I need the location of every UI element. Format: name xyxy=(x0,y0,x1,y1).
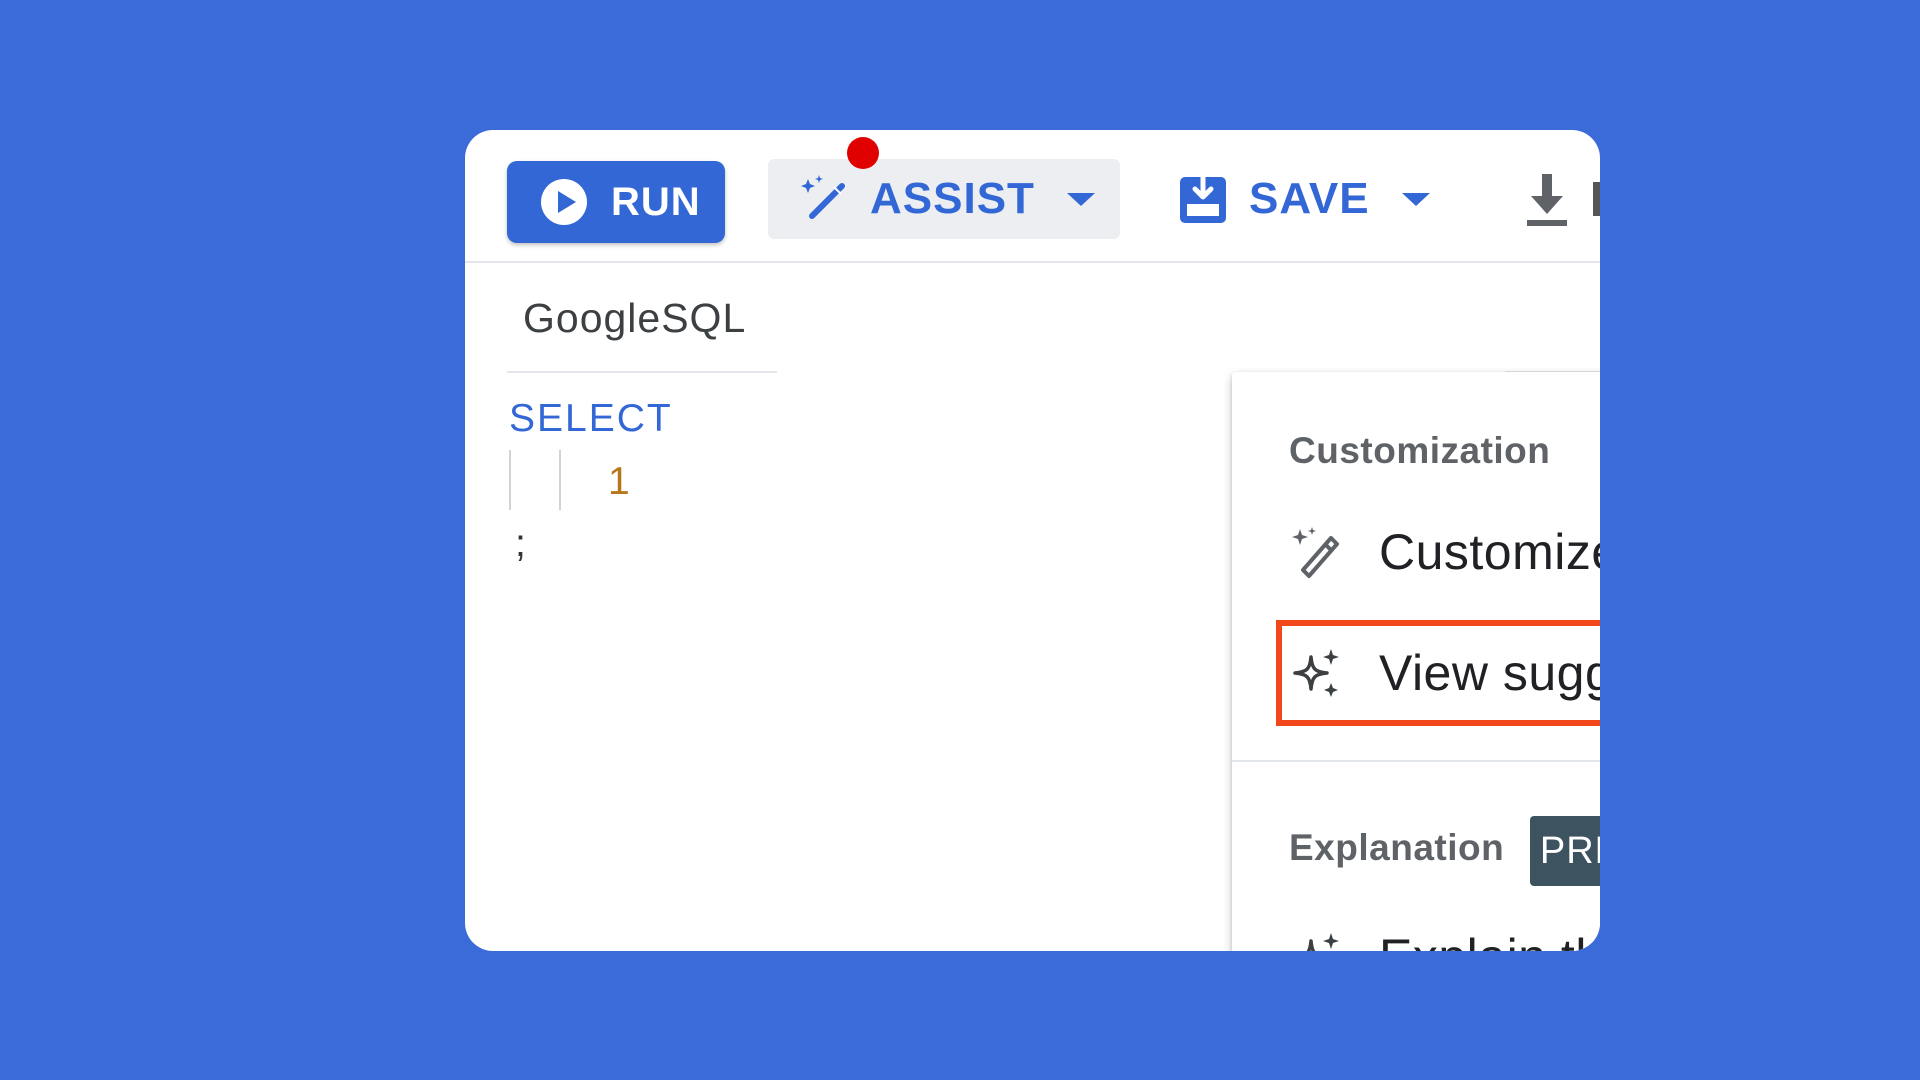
menu-item-label: Customize this translation xyxy=(1379,524,1600,580)
code-keyword[interactable]: SELECT xyxy=(509,397,673,441)
menu-item-label: View suggestions xyxy=(1379,645,1600,701)
chevron-down-icon xyxy=(1401,192,1430,206)
indent-guide xyxy=(509,450,511,510)
query-editor-card: RUN ASSIST SAVE GoogleSQL SELECT 1 ; Cus… xyxy=(465,130,1600,951)
menu-item-view-suggestions[interactable]: View suggestions xyxy=(1289,633,1600,713)
menu-item-explain-translation[interactable]: Explain this translation xyxy=(1289,917,1600,951)
download-icon[interactable] xyxy=(1523,172,1571,228)
run-button-label: RUN xyxy=(611,179,701,224)
notification-dot xyxy=(847,137,879,169)
chevron-down-icon xyxy=(1066,192,1095,206)
preview-badge: PREVIEW xyxy=(1530,816,1600,886)
run-button[interactable]: RUN xyxy=(507,161,725,243)
sparkle-icon xyxy=(1293,649,1339,697)
customization-heading: Customization xyxy=(1289,430,1551,471)
explanation-heading: Explanation xyxy=(1289,827,1505,868)
sparkle-icon xyxy=(1306,933,1339,951)
code-semicolon[interactable]: ; xyxy=(515,522,526,566)
indent-guide xyxy=(559,450,561,510)
assist-button-label: ASSIST xyxy=(870,174,1035,223)
menu-item-customize-translation[interactable]: Customize this translation xyxy=(1289,512,1600,592)
assist-dropdown-menu: Customization Customize this translation… xyxy=(1232,372,1600,951)
magic-wand-icon xyxy=(1292,527,1339,578)
code-number[interactable]: 1 xyxy=(608,460,630,504)
save-button[interactable]: SAVE xyxy=(1177,159,1430,239)
save-button-label: SAVE xyxy=(1249,174,1370,223)
play-icon xyxy=(541,179,587,225)
magic-wand-icon xyxy=(801,175,845,219)
language-tab-googlesql[interactable]: GoogleSQL xyxy=(523,295,746,342)
more-options-icon[interactable] xyxy=(1593,182,1600,216)
editor-toolbar: RUN ASSIST SAVE xyxy=(465,130,1600,263)
assist-button[interactable]: ASSIST xyxy=(768,159,1120,239)
save-icon xyxy=(1180,175,1226,223)
menu-divider xyxy=(1232,760,1600,762)
tab-divider xyxy=(507,371,777,373)
menu-item-label: Explain this translation xyxy=(1379,928,1600,951)
